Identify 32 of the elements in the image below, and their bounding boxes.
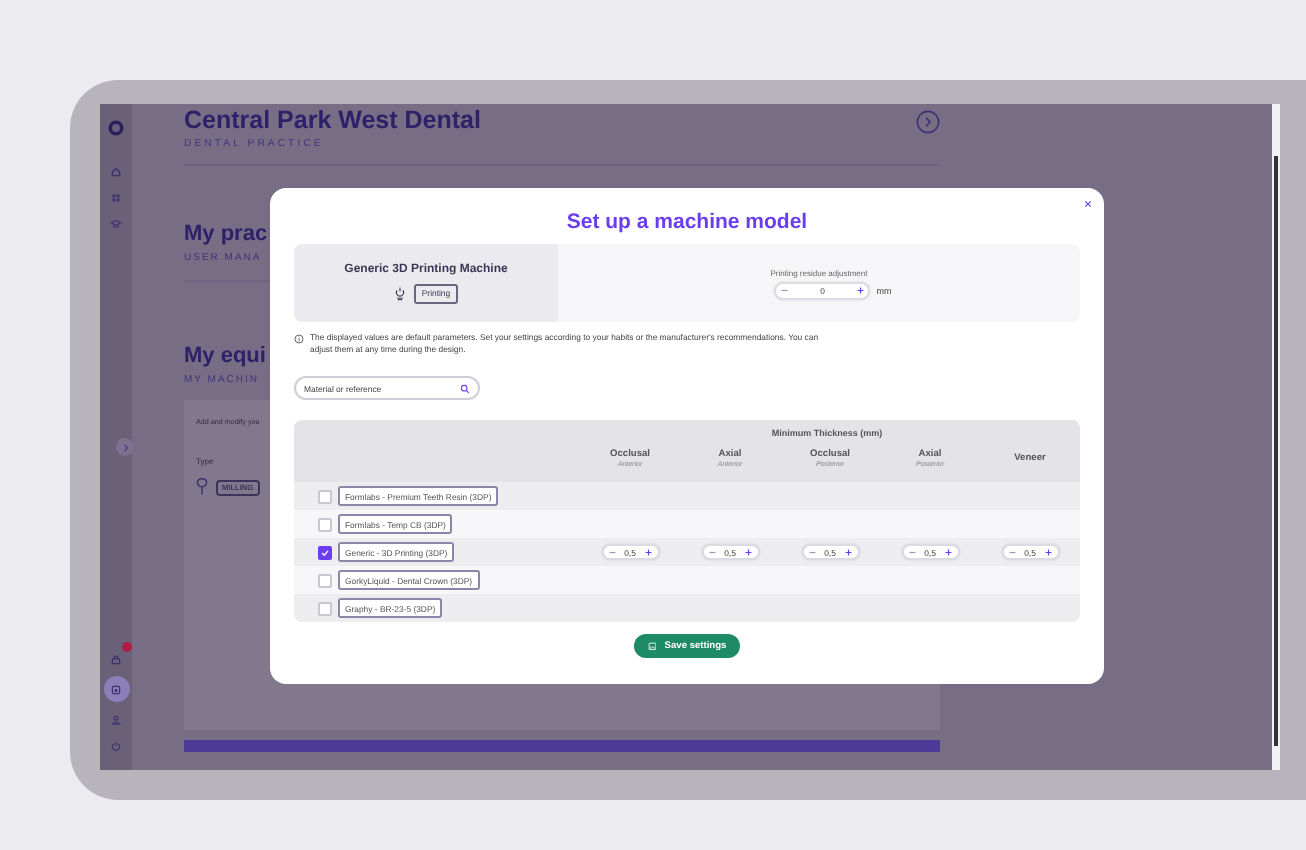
- info-icon: [294, 334, 304, 344]
- minus-icon[interactable]: [780, 285, 790, 295]
- logo-icon: [108, 120, 124, 136]
- plus-icon[interactable]: [843, 547, 853, 557]
- plus-icon[interactable]: [855, 285, 865, 295]
- minus-icon[interactable]: [807, 547, 816, 557]
- practice-title: Central Park West Dental: [184, 106, 481, 134]
- plus-icon[interactable]: [943, 547, 953, 557]
- user-icon[interactable]: [107, 710, 125, 728]
- minus-icon[interactable]: [707, 547, 716, 557]
- machine-icon[interactable]: [103, 676, 129, 702]
- tooth-icon: [196, 478, 208, 496]
- checkbox[interactable]: [318, 545, 332, 559]
- section-title: My equi: [184, 342, 266, 370]
- graduation-cap-icon[interactable]: [107, 214, 125, 232]
- power-icon[interactable]: [107, 736, 125, 754]
- dialog-title: Set up a machine model: [564, 210, 810, 234]
- grid-icon[interactable]: [107, 188, 125, 206]
- search-icon[interactable]: [460, 383, 470, 393]
- minus-icon[interactable]: [907, 547, 916, 557]
- scrollbar[interactable]: [1272, 104, 1280, 770]
- next-button[interactable]: [916, 110, 940, 134]
- section-title: My prac: [184, 220, 268, 248]
- chevron-right-icon: [119, 441, 131, 453]
- close-icon[interactable]: [1084, 200, 1092, 208]
- minus-icon[interactable]: [1007, 547, 1016, 557]
- plus-icon[interactable]: [743, 547, 753, 557]
- save-icon: [647, 641, 657, 651]
- minus-icon[interactable]: [607, 547, 616, 557]
- plus-icon[interactable]: [1043, 547, 1053, 557]
- home-icon[interactable]: [107, 162, 125, 180]
- plus-icon[interactable]: [643, 547, 653, 557]
